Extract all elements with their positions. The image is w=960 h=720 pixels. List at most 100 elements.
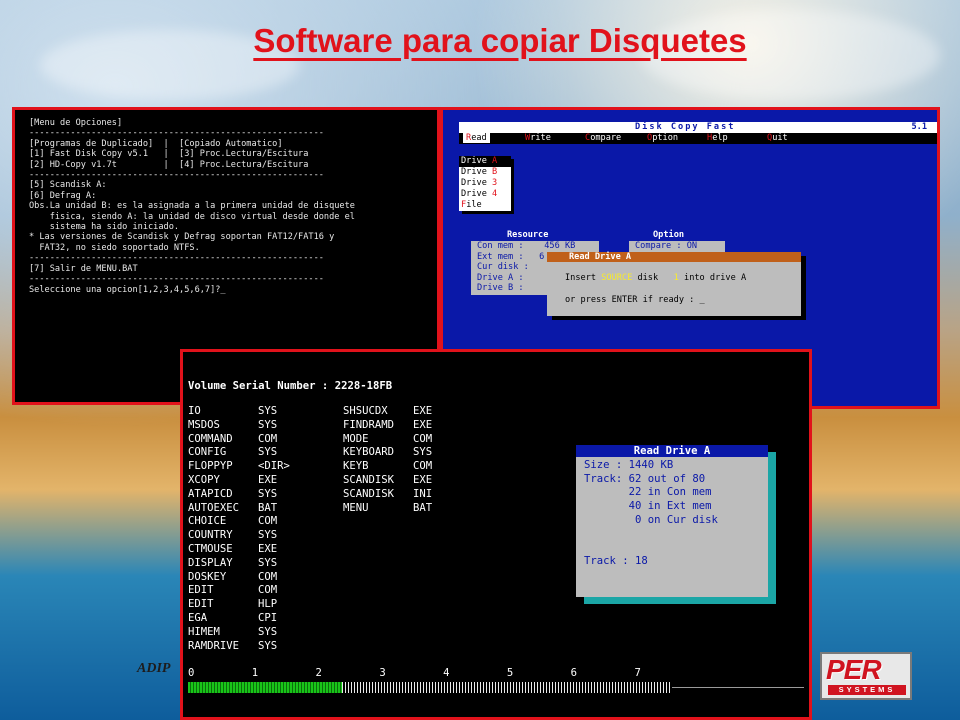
file-list-cell: FLOPPYP: [188, 460, 233, 473]
file-list-cell: KEYB: [343, 460, 369, 473]
menu-line: FAT32, no siedo soportado NTFS.: [29, 242, 200, 253]
menu-item-label: ead: [471, 133, 487, 143]
track-progress-bar: [188, 682, 804, 693]
file-list-cell: CHOICE: [188, 515, 227, 528]
menu-line: fisica, siendo A: la unidad de disco vir…: [29, 211, 355, 222]
menu-item-label: ption: [652, 133, 679, 143]
read-status-title: Read Drive A: [576, 445, 768, 457]
file-list-cell: SYS: [258, 625, 278, 638]
option-title: Option: [653, 230, 685, 240]
directory-listing-screen: Volume Serial Number : 2228-18FB IO SYS SH…: [180, 349, 812, 720]
dcf-menu-item[interactable]: Write: [525, 133, 551, 143]
menu-item-label: elp: [712, 133, 728, 143]
dcf-menu-item[interactable]: Compare: [585, 133, 621, 143]
file-list-cell: AUTOEXEC: [188, 501, 240, 514]
file-list-cell: CONFIG: [188, 446, 227, 459]
menu-line: [7] Salir de MENU.BAT: [29, 263, 138, 274]
file-list-cell: RAMDRIVE: [188, 639, 240, 652]
file-list-cell: COM: [258, 432, 278, 445]
drive-menu-item[interactable]: Drive B: [459, 167, 511, 178]
progress-read-segment: [342, 682, 672, 693]
file-list-cell: EXE: [413, 405, 433, 417]
menu-line: [5] Scandisk A:: [29, 180, 107, 191]
read-status-line: 40 in Ext mem: [584, 500, 712, 513]
drive-menu-item[interactable]: Drive A: [459, 156, 511, 167]
file-list-cell: HLP: [258, 598, 278, 611]
file-list-cell: EDIT: [188, 584, 214, 597]
resource-line: Con mem : 456 KB: [477, 241, 576, 251]
drive-menu-item[interactable]: File: [459, 200, 511, 211]
file-list-cell: SYS: [258, 446, 278, 459]
file-list-cell: DISPLAY: [188, 556, 233, 569]
file-list-cell: SYS: [258, 405, 278, 417]
file-list-cell: BAT: [258, 501, 278, 514]
file-list-cell: IO: [188, 405, 201, 417]
drive-menu-item[interactable]: Drive 3: [459, 178, 511, 189]
option-panel: Compare : ON: [629, 241, 725, 252]
insert-disk-message: Insert SOURCE disk 1 into drive A: [565, 273, 747, 283]
file-list-cell: MENU: [343, 501, 369, 514]
file-list-cell: MSDOS: [188, 418, 220, 431]
slide-title: Software para copiar Disquetes: [253, 22, 747, 59]
read-status-line: Track : 18: [584, 554, 648, 567]
resource-title: Resource: [507, 230, 549, 240]
dcf-menu-item[interactable]: Read: [463, 133, 490, 143]
read-status-panel: Read Drive A Size : 1440 KB Track: 62 out…: [576, 445, 768, 597]
menu-line: [2] HD-Copy v1.7t | [4] Proc.Lectura/Esc…: [29, 159, 309, 170]
drive-item-label: Drive: [461, 156, 493, 166]
file-list-cell: EXE: [413, 418, 433, 431]
drive-item-label: Drive: [461, 189, 493, 199]
menu-line: ----------------------------------------…: [29, 274, 324, 285]
dcf-menu-item[interactable]: Option: [647, 133, 678, 143]
dcf-menu-item[interactable]: Quit: [767, 133, 788, 143]
file-list-cell: COM: [258, 515, 278, 528]
menu-line: ----------------------------------------…: [29, 253, 324, 264]
file-list-cell: CPI: [258, 612, 278, 624]
menu-line: ----------------------------------------…: [29, 128, 324, 139]
menu-item-label: rite: [530, 133, 551, 143]
read-status-line: Track: 62 out of 80: [584, 472, 706, 485]
menu-line: Seleccione una opcion[1,2,3,4,5,6,7]?_: [29, 284, 226, 295]
drive-item-hotkey: 3: [492, 178, 498, 188]
file-list-cell: EXE: [413, 474, 433, 486]
drive-dropdown-menu: Drive A Drive B Drive 3 Drive 4 File: [459, 156, 511, 211]
drive-menu-item[interactable]: Drive 4: [459, 189, 511, 200]
menu-line: [Programas de Duplicado] | [Copiado Auto…: [29, 138, 283, 149]
file-list-cell: COM: [258, 570, 278, 583]
file-list-cell: MODE: [343, 432, 369, 445]
menu-line: ----------------------------------------…: [29, 170, 324, 181]
drive-item-hotkey: A: [492, 156, 498, 166]
logo-main: PER: [826, 654, 882, 685]
dcf-version: 5.1: [911, 122, 927, 132]
file-list-cell: FINDRAMD: [343, 418, 395, 431]
press-enter-prompt[interactable]: or press ENTER if ready : _: [565, 295, 705, 305]
file-list-cell: SYS: [258, 639, 278, 652]
menu-line: [1] Fast Disk Copy v5.1 | [3] Proc.Lectu…: [29, 149, 309, 160]
dcf-menu-item[interactable]: Help: [707, 133, 728, 143]
file-list-cell: SYS: [258, 529, 278, 542]
menu-line: Obs.La unidad B: es la asignada a la pri…: [29, 201, 355, 212]
file-list-cell: KEYBOARD: [343, 446, 395, 459]
file-list-cell: <DIR>: [258, 460, 290, 473]
progress-remaining-segment: [671, 687, 804, 688]
file-list-cell: SCANDISK: [343, 487, 395, 500]
drive-item-hotkey: 4: [492, 189, 498, 199]
per-systems-logo: PER SYSTEMS: [820, 652, 912, 700]
menu-item-label: uit: [772, 133, 788, 143]
file-list-cell: SYS: [258, 418, 278, 431]
file-list-cell: COM: [413, 460, 433, 473]
dcf-title-bar: Disk Copy Fast 5.1: [459, 122, 937, 133]
dcf-app-title: Disk Copy Fast: [635, 122, 736, 132]
menu-item-label: ompare: [590, 133, 622, 143]
read-dialog-title: Read Drive A: [547, 252, 801, 262]
file-list-cell: EXE: [258, 474, 278, 486]
file-list-cell: SHSUCDX: [343, 405, 388, 417]
option-line: Compare : ON: [635, 241, 698, 251]
file-list-cell: BAT: [413, 501, 433, 514]
read-status-line: Size : 1440 KB: [584, 459, 674, 471]
drive-item-rest: ile: [466, 200, 482, 210]
file-list-cell: CTMOUSE: [188, 543, 233, 555]
file-list-cell: COUNTRY: [188, 529, 233, 542]
file-list-cell: DOSKEY: [188, 570, 227, 583]
file-list-cell: SYS: [258, 556, 278, 569]
